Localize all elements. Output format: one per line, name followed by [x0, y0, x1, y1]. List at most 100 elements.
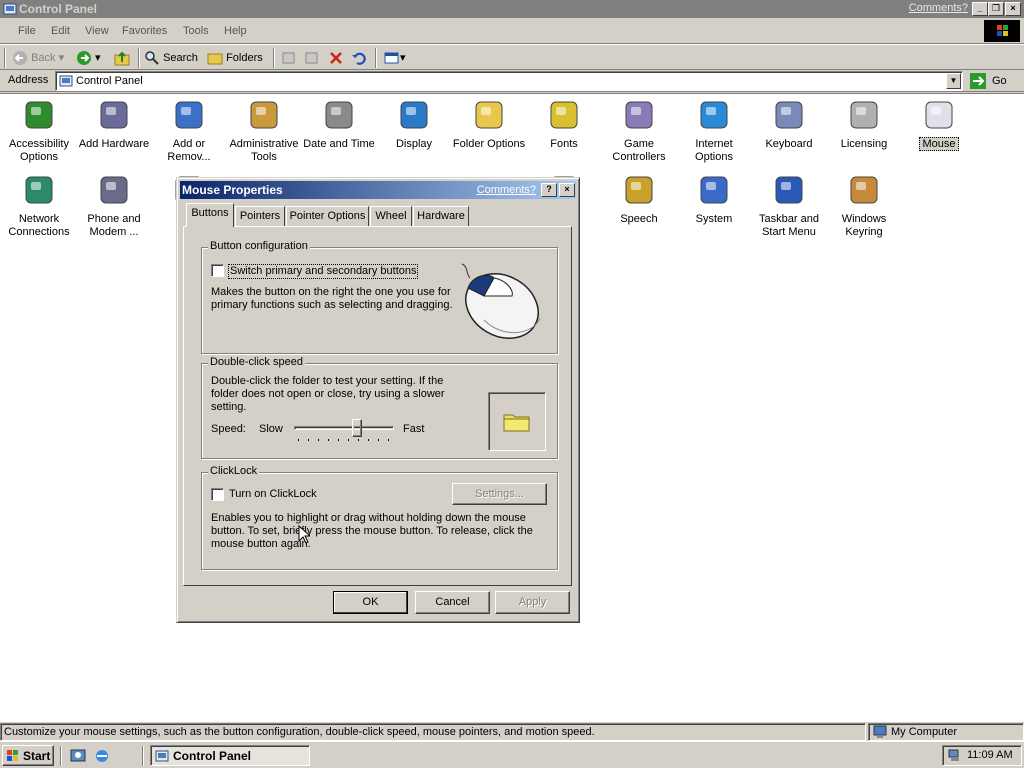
cp-item-label: Date and Time: [303, 138, 375, 150]
address-value: Control Panel: [76, 75, 143, 87]
network-tray-icon[interactable]: [947, 748, 961, 762]
cp-item-network-connections[interactable]: Network Connections: [2, 173, 76, 239]
menu-help[interactable]: Help: [224, 25, 247, 37]
window-title: Control Panel: [19, 2, 98, 16]
menu-file[interactable]: File: [18, 25, 36, 37]
dialog-title: Mouse Properties: [182, 183, 283, 197]
tab-buttons[interactable]: Buttons: [186, 203, 234, 227]
fonts-icon: [547, 98, 581, 132]
network-connections-icon: [22, 173, 56, 207]
status-text-pane: Customize your mouse settings, such as t…: [0, 723, 866, 741]
menu-view[interactable]: View: [85, 25, 109, 37]
tab-wheel[interactable]: Wheel: [370, 206, 412, 226]
folders-label: Folders: [226, 52, 263, 64]
close-button[interactable]: ×: [1005, 2, 1021, 16]
cp-item-keyboard[interactable]: Keyboard: [752, 98, 826, 151]
up-folder-icon: [114, 51, 130, 66]
add-remove-programs-icon: [172, 98, 206, 132]
start-label: Start: [23, 749, 51, 763]
switch-buttons-label[interactable]: Switch primary and secondary buttons: [228, 264, 419, 279]
apply-button[interactable]: Apply: [495, 591, 570, 614]
taskbar: Start Control Panel 11:09 AM: [0, 741, 1024, 768]
cp-item-taskbar-start-menu[interactable]: Taskbar and Start Menu: [752, 173, 826, 239]
address-dropdown-button[interactable]: ▼: [946, 73, 961, 89]
minimize-button[interactable]: _: [972, 2, 988, 16]
undo-button[interactable]: [351, 49, 369, 67]
cp-item-licensing[interactable]: Licensing: [827, 98, 901, 151]
start-button[interactable]: Start: [2, 745, 54, 766]
delete-button[interactable]: [328, 49, 346, 67]
mouse-icon: [922, 98, 956, 132]
cp-item-mouse[interactable]: Mouse: [902, 98, 976, 151]
cp-item-label: Keyboard: [765, 138, 813, 150]
clock[interactable]: 11:09 AM: [967, 749, 1013, 761]
views-button[interactable]: ▾: [384, 49, 410, 67]
status-text: Customize your mouse settings, such as t…: [4, 726, 595, 738]
cp-item-display[interactable]: Display: [377, 98, 451, 151]
tab-hardware[interactable]: Hardware: [413, 206, 469, 226]
cp-item-system[interactable]: System: [677, 173, 751, 226]
cp-item-phone-modem[interactable]: Phone and Modem ...: [77, 173, 151, 239]
window-title-bar[interactable]: Control Panel Comments? _ ❐ ×: [0, 0, 1024, 18]
toolbar-separator: [375, 48, 377, 68]
cp-item-folder-options[interactable]: Folder Options: [452, 98, 526, 151]
switch-buttons-checkbox[interactable]: [211, 264, 224, 277]
quick-launch-desktop-icon[interactable]: [70, 748, 86, 764]
cp-item-date-time[interactable]: Date and Time: [302, 98, 376, 151]
copy-to-button[interactable]: [304, 49, 322, 67]
clicklock-checkbox[interactable]: [211, 488, 224, 501]
cp-item-windows-keyring[interactable]: Windows Keyring: [827, 173, 901, 239]
keyboard-icon: [772, 98, 806, 132]
cancel-button[interactable]: Cancel: [415, 591, 490, 614]
menu-edit[interactable]: Edit: [51, 25, 70, 37]
mouse-illustration-icon: [461, 263, 541, 339]
speech-icon: [622, 173, 656, 207]
go-button[interactable]: Go: [968, 72, 1018, 90]
double-click-legend: Double-click speed: [208, 356, 305, 368]
dialog-help-button[interactable]: ?: [541, 183, 557, 197]
dialog-title-bar[interactable]: Mouse Properties Comments? ? ×: [180, 181, 576, 199]
test-folder-area[interactable]: [488, 392, 546, 451]
tab-pointers[interactable]: Pointers: [235, 206, 285, 226]
clicklock-settings-button[interactable]: Settings...: [452, 483, 547, 505]
quick-launch-ie-icon[interactable]: [94, 748, 110, 764]
comments-link[interactable]: Comments?: [909, 2, 968, 14]
cp-item-speech[interactable]: Speech: [602, 173, 676, 226]
dialog-comments-link[interactable]: Comments?: [477, 184, 536, 196]
ok-button[interactable]: OK: [333, 591, 408, 614]
button-config-description-2: primary functions such as selecting and …: [211, 299, 453, 311]
windows-keyring-icon: [847, 173, 881, 207]
menu-tools[interactable]: Tools: [183, 25, 209, 37]
slider-ticks: [298, 439, 389, 441]
accessibility-icon: [22, 98, 56, 132]
tab-pointer-options[interactable]: Pointer Options: [286, 206, 369, 226]
restore-button[interactable]: ❐: [988, 2, 1004, 16]
move-to-button[interactable]: [281, 49, 299, 67]
slider-thumb[interactable]: [352, 419, 362, 437]
button-configuration-group: Button configuration Switch primary and …: [201, 240, 558, 354]
cp-item-fonts[interactable]: Fonts: [527, 98, 601, 151]
back-button[interactable]: Back ▾: [12, 49, 70, 67]
taskbar-button-control-panel[interactable]: Control Panel: [150, 745, 310, 766]
slider-track: [294, 426, 394, 430]
search-button[interactable]: Search: [144, 49, 200, 67]
copy-to-icon: [305, 52, 318, 64]
cp-item-add-hardware[interactable]: Add Hardware: [77, 98, 151, 151]
folders-button[interactable]: Folders: [207, 49, 267, 67]
address-input[interactable]: Control Panel ▼: [55, 71, 963, 91]
menu-favorites[interactable]: Favorites: [122, 25, 167, 37]
double-click-speed-slider[interactable]: [294, 416, 394, 448]
my-computer-icon: [873, 725, 887, 738]
cp-item-accessibility[interactable]: Accessibility Options: [2, 98, 76, 164]
forward-button[interactable]: ▾: [76, 49, 108, 67]
cp-item-add-remove-programs[interactable]: Add or Remov...: [152, 98, 226, 164]
status-zone: My Computer: [891, 726, 958, 738]
clicklock-label[interactable]: Turn on ClickLock: [229, 488, 317, 501]
cp-item-internet-options[interactable]: Internet Options: [677, 98, 751, 164]
up-folder-button[interactable]: [114, 49, 134, 67]
dialog-close-button[interactable]: ×: [559, 183, 575, 197]
cp-item-administrative-tools[interactable]: Administrative Tools: [227, 98, 301, 164]
cp-item-game-controllers[interactable]: Game Controllers: [602, 98, 676, 164]
add-hardware-icon: [97, 98, 131, 132]
status-zone-pane: My Computer: [868, 723, 1024, 741]
